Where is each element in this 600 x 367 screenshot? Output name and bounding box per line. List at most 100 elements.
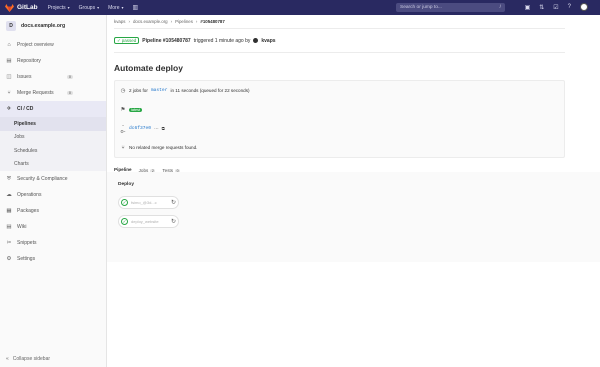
pipeline-graph: Deploy ✓ fsimo_@3d...c ↻ ✓ deploy_websit…	[107, 172, 600, 262]
flags-row: ⚑ latest	[115, 100, 564, 119]
package-icon: ▦	[6, 208, 12, 214]
groups-menu-label: Groups	[78, 4, 96, 11]
status-badge[interactable]: ✓ passed	[114, 37, 140, 44]
sidebar-subitem-jobs[interactable]: Jobs	[0, 130, 106, 144]
sidebar-item-operations[interactable]: ☁ Operations	[0, 187, 106, 203]
main-content: kvaps › docs.example.org › Pipelines › #105…	[114, 15, 565, 177]
sidebar-item-project-overview[interactable]: ⌂ Project overview	[0, 37, 106, 53]
cloud-icon: ☁	[6, 192, 12, 198]
book-icon: ▤	[6, 58, 12, 64]
user-link[interactable]: kvaps	[261, 38, 275, 44]
project-avatar: D	[6, 21, 16, 31]
sidebar-project[interactable]: D docs.example.org	[0, 15, 106, 37]
book-icon: ▤	[6, 224, 12, 230]
projects-menu-label: Projects	[47, 4, 66, 11]
copy-icon[interactable]: ⧉	[162, 126, 165, 131]
breadcrumb-item[interactable]: Pipelines	[175, 19, 193, 24]
sidebar-item-packages[interactable]: ▦ Packages	[0, 203, 106, 219]
top-navbar: GitLab Projects ▾ Groups ▾ More ▾ ▥ Search …	[0, 0, 600, 15]
sidebar-item-label: Settings	[17, 256, 36, 262]
tanuki-icon	[5, 3, 14, 12]
commit-sha-link[interactable]: dc6f37e0	[129, 126, 151, 131]
pipeline-id: Pipeline #105480787	[142, 37, 191, 44]
project-name: docs.example.org	[21, 23, 66, 29]
collapse-sidebar-label: Collapse sidebar	[12, 356, 51, 362]
user-avatar[interactable]	[253, 38, 259, 43]
sidebar-item-label: Packages	[17, 208, 39, 214]
sidebar-item-settings[interactable]: ⚙ Settings	[0, 251, 106, 267]
job-name: deploy_website	[131, 219, 159, 224]
gitlab-logo[interactable]: GitLab	[5, 3, 38, 12]
job-pill[interactable]: ✓ deploy_website ↻	[118, 215, 179, 228]
sidebar-subitem-charts[interactable]: Charts	[0, 157, 106, 171]
search-input[interactable]: Search or jump to... /	[396, 3, 505, 12]
issues-count-badge: 0	[66, 75, 73, 79]
home-icon: ⌂	[7, 42, 11, 48]
chevron-double-left-icon: «	[6, 356, 9, 362]
triggered-text: triggered 1 minute ago by	[193, 37, 251, 44]
sidebar-item-wiki[interactable]: ▤ Wiki	[0, 219, 106, 235]
sidebar-item-repository[interactable]: ▤ Repository	[0, 53, 106, 69]
more-menu-label: More	[108, 4, 120, 11]
breadcrumb-item[interactable]: docs.example.org	[133, 19, 168, 24]
sidebar-item-snippets[interactable]: ✂ Snippets	[0, 235, 106, 251]
check-icon: ✓	[121, 199, 128, 206]
sidebar-item-label: Security & Compliance	[17, 176, 68, 182]
sidebar-item-security[interactable]: ⛨ Security & Compliance	[0, 171, 106, 187]
breadcrumb-separator: ›	[170, 19, 173, 24]
projects-menu[interactable]: Projects ▾	[48, 5, 70, 11]
clock-icon: ◷	[120, 87, 126, 94]
retry-icon[interactable]: ↻	[171, 218, 176, 225]
sidebar-item-label: Operations	[17, 192, 42, 198]
collapse-sidebar-button[interactable]: «Collapse sidebar	[6, 356, 50, 362]
merge-request-row: ⑂ No related merge requests found.	[115, 138, 564, 157]
sidebar-item-ci-cd[interactable]: ✈ CI / CD	[0, 101, 106, 117]
commit-icon: -o-	[120, 122, 126, 135]
brand-name: GitLab	[17, 4, 38, 11]
breadcrumb-separator: ›	[195, 19, 198, 24]
job-name: fsimo_@3d...c	[131, 200, 157, 205]
sidebar-item-label: Wiki	[17, 224, 27, 230]
job-pill[interactable]: ✓ fsimo_@3d...c ↻	[118, 196, 179, 209]
pipeline-header: ✓ passed Pipeline #105480787 triggered 1 …	[114, 29, 565, 53]
merge-request-icon[interactable]: ⇅	[539, 4, 544, 11]
sidebar: D docs.example.org ⌂ Project overview ▤ Re…	[0, 15, 107, 367]
duration-text: in 11 seconds (queued for 22 seconds)	[170, 88, 250, 93]
branch-link[interactable]: master	[151, 88, 168, 93]
gear-icon: ⚙	[6, 256, 12, 262]
groups-menu[interactable]: Groups ▾	[79, 5, 99, 11]
todo-icon[interactable]: ▣	[525, 4, 531, 11]
breadcrumb-current[interactable]: #105480787	[200, 19, 224, 24]
chevron-down-icon: ▾	[97, 5, 100, 10]
sidebar-item-merge-requests[interactable]: ⑂ Merge Requests 0	[0, 85, 106, 101]
sidebar-subitem-schedules[interactable]: Schedules	[0, 144, 106, 158]
stage-title: Deploy	[118, 182, 134, 187]
sidebar-subitem-pipelines[interactable]: Pipelines	[0, 117, 106, 131]
help-icon[interactable]: ?	[568, 4, 571, 10]
topbar-actions: ▣ ⇅ ☑ ?	[525, 3, 588, 11]
chevron-down-icon: ▾	[67, 5, 70, 10]
search-shortcut: /	[499, 5, 501, 10]
flag-icon: ⚑	[120, 106, 126, 113]
merge-request-icon: ⑂	[121, 144, 125, 151]
check-icon: ✓	[121, 218, 128, 225]
issues-icon: ◫	[6, 74, 12, 80]
chevron-down-icon: ▾	[121, 5, 124, 10]
jobs-summary-text: 2 jobs for	[129, 88, 148, 93]
chart-icon[interactable]: ▥	[133, 4, 139, 11]
issues-check-icon[interactable]: ☑	[553, 4, 558, 11]
more-menu[interactable]: More ▾	[108, 5, 123, 11]
check-circle-icon: ✓	[117, 37, 121, 43]
sidebar-item-label: Project overview	[17, 42, 54, 48]
no-merge-requests-text: No related merge requests found.	[129, 145, 198, 150]
rocket-icon: ✈	[6, 106, 12, 112]
ellipsis-button[interactable]: ···	[154, 126, 159, 131]
sidebar-item-issues[interactable]: ◫ Issues 0	[0, 69, 106, 85]
sidebar-item-label: Repository	[17, 58, 41, 64]
user-avatar[interactable]	[580, 3, 588, 11]
retry-icon[interactable]: ↻	[171, 199, 176, 206]
breadcrumb: kvaps › docs.example.org › Pipelines › #105…	[114, 15, 565, 29]
breadcrumb-item[interactable]: kvaps	[114, 19, 125, 24]
shield-icon: ⛨	[6, 175, 12, 182]
sidebar-item-label: Snippets	[17, 240, 37, 246]
